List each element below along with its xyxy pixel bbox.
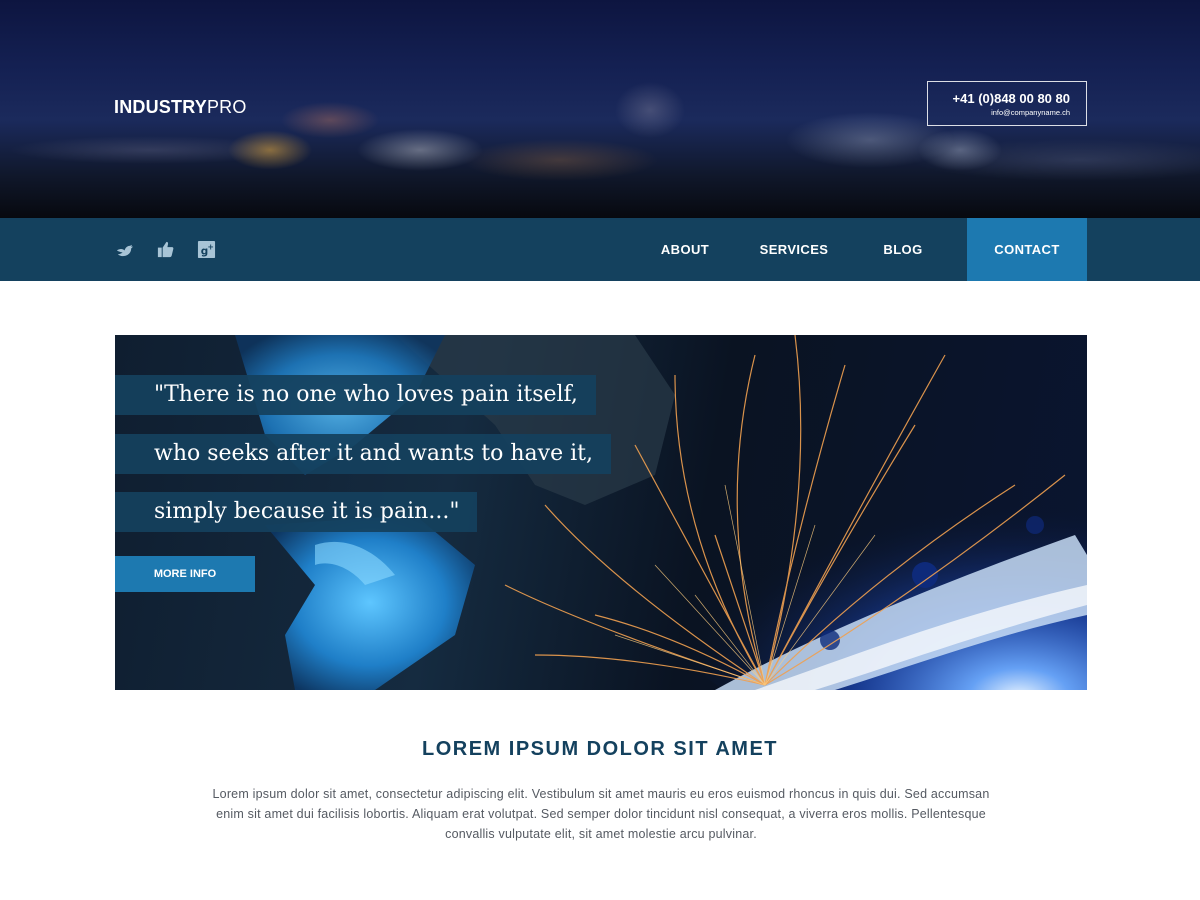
nav-item-services[interactable]: SERVICES [735,218,853,281]
thumbs-up-icon[interactable] [156,240,175,259]
twitter-icon[interactable] [115,240,134,259]
main-navigation: g + ABOUT SERVICES BLOG CONTACT [0,218,1200,281]
more-info-button[interactable]: MORE INFO [115,556,255,592]
section-title: LOREM IPSUM DOLOR SIT AMET [421,738,779,760]
hero-quote-line: "There is no one who loves pain itself, [115,375,596,415]
svg-text:+: + [207,243,213,252]
phone-number[interactable]: +41 (0)848 00 80 80 [928,91,1070,107]
email-address[interactable]: info@companyname.ch [928,108,1070,118]
contact-info-box: +41 (0)848 00 80 80 info@companyname.ch [927,81,1087,126]
hero-slider: "There is no one who loves pain itself, … [115,335,1087,690]
google-plus-icon[interactable]: g + [197,240,216,259]
header-banner: INDUSTRYPRO +41 (0)848 00 80 80 info@com… [0,0,1200,218]
section-text: Lorem ipsum dolor sit amet, consectetur … [212,787,990,841]
nav-item-blog[interactable]: BLOG [853,218,953,281]
hero-quote-line: who seeks after it and wants to have it, [115,434,611,474]
nav-item-contact[interactable]: CONTACT [967,218,1087,281]
logo-light-text: PRO [206,97,247,117]
hero-quote-line: simply because it is pain..." [115,492,478,532]
nav-item-about[interactable]: ABOUT [635,218,735,281]
social-links: g + [115,218,216,281]
logo-bold-text: INDUSTRY [114,97,207,117]
nav-menu: ABOUT SERVICES BLOG CONTACT [635,218,1087,281]
logo[interactable]: INDUSTRYPRO [114,97,247,118]
